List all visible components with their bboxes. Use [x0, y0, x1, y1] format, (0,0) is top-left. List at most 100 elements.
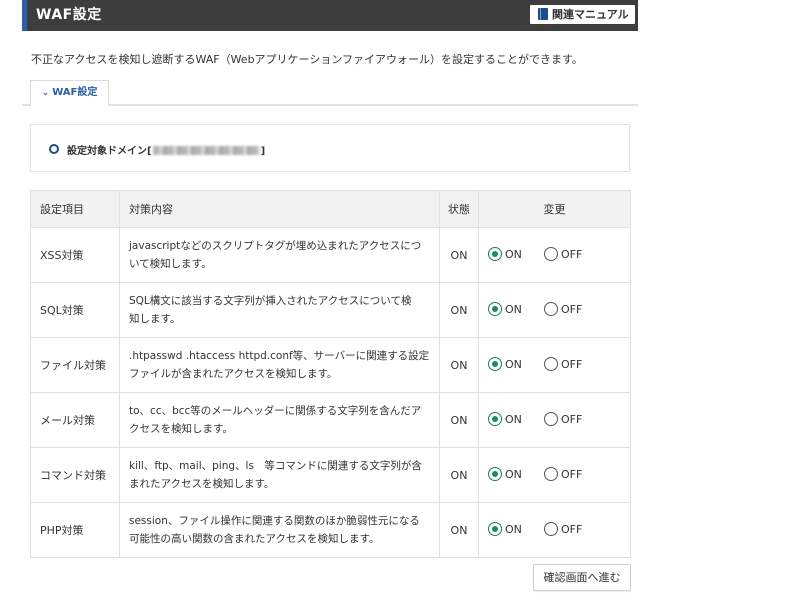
- setting-description: SQL構文に該当する文字列が挿入されたアクセスについて検 知します。: [119, 282, 440, 338]
- radio-on[interactable]: ON: [488, 247, 522, 261]
- description-line-1: .htpasswd .htaccess httpd.conf等、サーバーに関連す…: [129, 350, 430, 362]
- table-row: メール対策 to、cc、bcc等のメールヘッダーに関係する文字列を含んだア クセスを…: [30, 392, 631, 448]
- related-manual-button[interactable]: 関連マニュアル: [530, 5, 635, 24]
- description-line-2: まれたアクセスを検知します。: [129, 478, 275, 490]
- radio-off-label: OFF: [561, 523, 583, 536]
- target-domain-bracket: ]: [260, 146, 266, 157]
- waf-settings-table: 設定項目 対策内容 状態 変更 XSS対策 javascriptなどのスクリプトタ…: [30, 190, 631, 558]
- setting-item-name: XSS対策: [30, 227, 120, 283]
- radio-on-label: ON: [505, 413, 522, 426]
- description-line-1: kill、ftp、mail、ping、ls 等コマンドに関連する文字列が含: [129, 460, 422, 472]
- radio-button-icon[interactable]: [544, 302, 558, 316]
- setting-item-name: PHP対策: [30, 502, 120, 558]
- setting-status: ON: [439, 282, 479, 338]
- column-header-item: 設定項目: [30, 190, 120, 228]
- setting-status: ON: [439, 337, 479, 393]
- radio-button-icon[interactable]: [488, 302, 502, 316]
- radio-off-label: OFF: [561, 413, 583, 426]
- table-row: ファイル対策 .htpasswd .htaccess httpd.conf等、サー…: [30, 337, 631, 393]
- on-off-radio-group: ON OFF: [488, 520, 621, 540]
- tab-bar: [22, 104, 638, 106]
- radio-on-label: ON: [505, 358, 522, 371]
- setting-status: ON: [439, 227, 479, 283]
- target-domain-label: 設定対象ドメイン[]: [67, 142, 265, 157]
- radio-button-icon[interactable]: [488, 467, 502, 481]
- setting-change-cell: ON OFF: [478, 502, 631, 558]
- setting-item-name: SQL対策: [30, 282, 120, 338]
- radio-off[interactable]: OFF: [544, 247, 582, 261]
- target-domain-text: 設定対象ドメイン[: [67, 146, 152, 157]
- setting-status: ON: [439, 502, 479, 558]
- setting-description: to、cc、bcc等のメールヘッダーに関係する文字列を含んだア クセスを検知します…: [119, 392, 440, 448]
- radio-on[interactable]: ON: [488, 467, 522, 481]
- target-domain-panel: 設定対象ドメイン[]: [30, 124, 630, 172]
- radio-on[interactable]: ON: [488, 522, 522, 536]
- radio-button-icon[interactable]: [544, 412, 558, 426]
- setting-item-name: メール対策: [30, 392, 120, 448]
- column-header-status: 状態: [439, 190, 479, 228]
- table-row: XSS対策 javascriptなどのスクリプトタグが埋め込まれたアクセスにつ いて…: [30, 227, 631, 283]
- radio-off[interactable]: OFF: [544, 522, 582, 536]
- table-header-row: 設定項目 対策内容 状態 変更: [30, 190, 631, 228]
- radio-button-icon[interactable]: [544, 522, 558, 536]
- setting-change-cell: ON OFF: [478, 337, 631, 393]
- description-line-2: クセスを検知します。: [129, 423, 233, 435]
- radio-on-label: ON: [505, 303, 522, 316]
- on-off-radio-group: ON OFF: [488, 300, 621, 320]
- setting-change-cell: ON OFF: [478, 392, 631, 448]
- on-off-radio-group: ON OFF: [488, 245, 621, 265]
- radio-off-label: OFF: [561, 248, 583, 261]
- radio-off[interactable]: OFF: [544, 412, 582, 426]
- description-line-1: javascriptなどのスクリプトタグが埋め込まれたアクセスにつ: [129, 240, 422, 252]
- radio-off[interactable]: OFF: [544, 357, 582, 371]
- description-line-1: SQL構文に該当する文字列が挿入されたアクセスについて検: [129, 295, 412, 307]
- setting-item-name: ファイル対策: [30, 337, 120, 393]
- radio-on[interactable]: ON: [488, 302, 522, 316]
- radio-button-icon[interactable]: [488, 522, 502, 536]
- description-line-1: to、cc、bcc等のメールヘッダーに関係する文字列を含んだア: [129, 405, 422, 417]
- book-icon: [538, 8, 548, 20]
- tab-waf-settings[interactable]: ⌄ WAF設定: [30, 80, 109, 106]
- radio-off-label: OFF: [561, 303, 583, 316]
- description-line-2: 知します。: [129, 313, 181, 325]
- radio-on-label: ON: [505, 523, 522, 536]
- proceed-to-confirm-button[interactable]: 確認画面へ進む: [533, 564, 631, 591]
- radio-off[interactable]: OFF: [544, 467, 582, 481]
- radio-on-label: ON: [505, 248, 522, 261]
- description-line-2: いて検知します。: [129, 258, 212, 270]
- radio-off-label: OFF: [561, 468, 583, 481]
- tab-label: WAF設定: [52, 87, 98, 98]
- setting-item-name: コマンド対策: [30, 447, 120, 503]
- on-off-radio-group: ON OFF: [488, 410, 621, 430]
- setting-status: ON: [439, 447, 479, 503]
- radio-button-icon[interactable]: [544, 467, 558, 481]
- radio-button-icon[interactable]: [488, 357, 502, 371]
- radio-on-label: ON: [505, 468, 522, 481]
- description-line-2: ファイルが含まれたアクセスを検知します。: [129, 368, 338, 380]
- setting-description: session、ファイル操作に関連する関数のほか脆弱性元になる 可能性の高い関数の…: [119, 502, 440, 558]
- description-line-2: 可能性の高い関数の含まれたアクセスを検知します。: [129, 533, 380, 545]
- radio-button-icon[interactable]: [544, 247, 558, 261]
- table-row: コマンド対策 kill、ftp、mail、ping、ls 等コマンドに関連する文字…: [30, 447, 631, 503]
- column-header-change: 変更: [478, 190, 631, 228]
- setting-status: ON: [439, 392, 479, 448]
- radio-on[interactable]: ON: [488, 357, 522, 371]
- related-manual-label: 関連マニュアル: [552, 8, 629, 21]
- setting-description: javascriptなどのスクリプトタグが埋め込まれたアクセスにつ いて検知します…: [119, 227, 440, 283]
- setting-description: kill、ftp、mail、ping、ls 等コマンドに関連する文字列が含 まれた…: [119, 447, 440, 503]
- radio-button-icon[interactable]: [488, 412, 502, 426]
- setting-change-cell: ON OFF: [478, 447, 631, 503]
- page-title: WAF設定: [36, 7, 102, 23]
- radio-off-label: OFF: [561, 358, 583, 371]
- radio-button-icon[interactable]: [488, 247, 502, 261]
- chevron-down-icon: ⌄: [41, 88, 50, 98]
- setting-change-cell: ON OFF: [478, 282, 631, 338]
- blurred-domain: [152, 146, 260, 155]
- column-header-content: 対策内容: [119, 190, 440, 228]
- on-off-radio-group: ON OFF: [488, 355, 621, 375]
- radio-on[interactable]: ON: [488, 412, 522, 426]
- table-row: SQL対策 SQL構文に該当する文字列が挿入されたアクセスについて検 知します。 ON…: [30, 282, 631, 338]
- radio-button-icon[interactable]: [544, 357, 558, 371]
- radio-off[interactable]: OFF: [544, 302, 582, 316]
- on-off-radio-group: ON OFF: [488, 465, 621, 485]
